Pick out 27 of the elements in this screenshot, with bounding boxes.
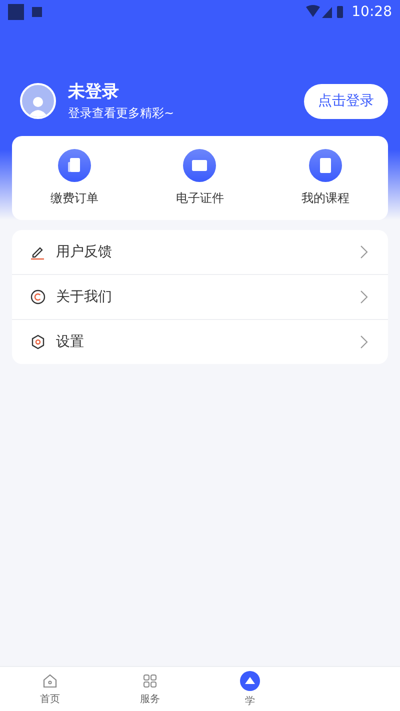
avatar (20, 83, 56, 119)
shortcut-item[interactable]: 电子证件 (137, 136, 263, 220)
chevron-right-icon (360, 290, 368, 304)
id-card-icon (183, 149, 216, 182)
settings-icon (30, 334, 46, 350)
notification-icon (32, 7, 42, 17)
user-name: 未登录 (68, 81, 120, 103)
menu-item[interactable]: 用户反馈 (56, 243, 350, 261)
shortcut-item[interactable]: 缴费订单 (12, 136, 138, 220)
login-hint: 登录查看更多精彩~ (68, 105, 176, 122)
receipt-icon (58, 149, 92, 182)
menu-item[interactable]: 设置 (56, 333, 350, 351)
tab[interactable]: 首页 (0, 667, 100, 711)
copyright-icon (30, 289, 46, 305)
status-time: 10:28 (352, 4, 392, 20)
tab[interactable]: 服务 (100, 667, 200, 711)
home-icon (42, 672, 58, 688)
book-icon (308, 149, 342, 182)
grid-icon (142, 672, 158, 688)
menu-item[interactable]: 关于我们 (56, 288, 350, 306)
tab[interactable]: 学 (200, 667, 300, 711)
signal-icons (306, 5, 344, 19)
chevron-right-icon (360, 245, 368, 259)
app-icon (8, 4, 24, 20)
chevron-right-icon (360, 335, 368, 349)
login-button[interactable]: 点击登录 (304, 84, 388, 118)
shortcut-item[interactable]: 我的课程 (262, 136, 388, 220)
